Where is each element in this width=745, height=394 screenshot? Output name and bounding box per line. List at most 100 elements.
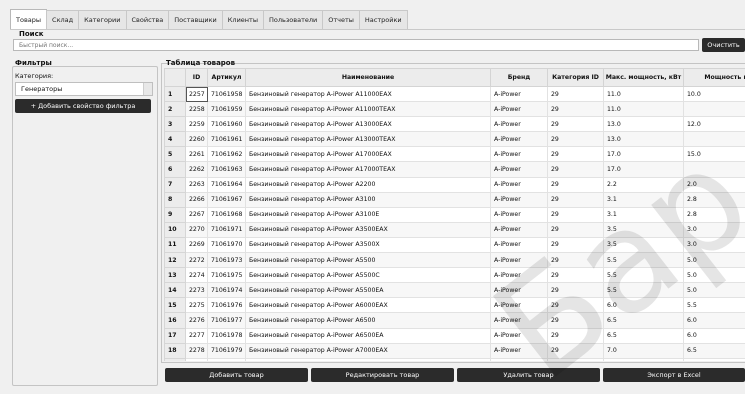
table-cell[interactable]: A-iPower xyxy=(490,297,548,314)
table-cell[interactable]: 3.5 xyxy=(603,221,684,238)
table-cell[interactable]: 71061974 xyxy=(207,282,246,299)
row-number[interactable]: 16 xyxy=(164,312,186,329)
table-cell[interactable]: Бензиновый генератор A-iPower A11000EAX xyxy=(245,85,491,103)
dropdown-arrow-icon[interactable] xyxy=(143,83,152,95)
table-cell[interactable]: 2262 xyxy=(185,161,208,178)
table-cell[interactable]: Бензиновый генератор A-iPower A6500 xyxy=(245,312,491,329)
table-cell[interactable]: 5.0 xyxy=(683,282,745,299)
table-cell[interactable]: A-iPower xyxy=(490,116,548,133)
table-cell[interactable]: A-iPower xyxy=(490,146,548,163)
table-cell[interactable]: 71061967 xyxy=(207,191,246,208)
table-cell[interactable]: 71061964 xyxy=(207,176,246,193)
table-cell[interactable]: Бензиновый генератор A-iPower A5500C xyxy=(245,267,491,284)
row-number[interactable]: 7 xyxy=(164,176,186,193)
row-number[interactable]: 17 xyxy=(164,327,186,344)
column-header[interactable]: Макс. мощность, кВт xyxy=(603,68,684,87)
table-cell[interactable]: 29 xyxy=(547,282,604,299)
table-cell[interactable]: 71061977 xyxy=(207,312,246,329)
tab-suppliers[interactable]: Поставщики xyxy=(168,10,223,29)
tab-warehouse[interactable]: Склад xyxy=(46,10,80,29)
table-cell[interactable]: 3.5 xyxy=(603,236,684,254)
table-cell[interactable]: 2277 xyxy=(185,327,208,344)
table-cell[interactable]: 71061960 xyxy=(207,116,246,133)
column-header[interactable]: Бренд xyxy=(490,68,548,87)
table-cell[interactable]: 29 xyxy=(547,327,604,344)
tab-reports[interactable]: Отчеты xyxy=(322,10,360,29)
table-cell[interactable]: 2263 xyxy=(185,176,208,193)
row-number[interactable]: 10 xyxy=(164,221,186,238)
table-row[interactable]: 17 2277 71061978 Бензиновый генератор A-iPo… xyxy=(164,327,745,344)
table-cell[interactable]: A-iPower xyxy=(490,161,548,178)
table-cell[interactable]: Бензиновый генератор A-iPower A7500 xyxy=(245,357,491,361)
table-cell[interactable]: 2269 xyxy=(185,236,208,254)
table-cell[interactable]: Бензиновый генератор A-iPower A6000EAX xyxy=(245,297,491,314)
table-cell[interactable]: 29 xyxy=(547,357,604,361)
table-cell[interactable]: 2266 xyxy=(185,191,208,208)
table-cell[interactable]: 71061968 xyxy=(207,206,246,223)
tab-settings[interactable]: Настройки xyxy=(358,10,408,29)
table-cell[interactable]: 15.0 xyxy=(683,146,745,163)
row-number[interactable]: 18 xyxy=(164,342,186,359)
table-cell[interactable]: 2267 xyxy=(185,206,208,223)
table-cell[interactable]: 2.2 xyxy=(603,176,684,193)
table-cell[interactable]: Бензиновый генератор A-iPower A3500X xyxy=(245,236,491,254)
table-cell[interactable]: Бензиновый генератор A-iPower A3100 xyxy=(245,191,491,208)
column-header[interactable]: Категория ID xyxy=(547,68,604,87)
row-number[interactable]: 6 xyxy=(164,161,186,178)
table-cell[interactable]: A-iPower xyxy=(490,252,548,269)
table-cell[interactable]: A-iPower xyxy=(490,221,548,238)
table-row[interactable]: 18 2278 71061979 Бензиновый генератор A-iPo… xyxy=(164,342,745,359)
table-cell[interactable]: 2257 xyxy=(185,85,208,103)
table-cell[interactable] xyxy=(683,161,745,178)
table-cell[interactable]: 2.8 xyxy=(683,206,745,223)
table-cell[interactable]: A-iPower xyxy=(490,342,548,359)
tab-properties[interactable]: Свойства xyxy=(125,10,170,29)
row-number[interactable]: 2 xyxy=(164,101,186,118)
table-cell[interactable]: 71061976 xyxy=(207,297,246,314)
table-cell[interactable]: Бензиновый генератор A-iPower A5500EA xyxy=(245,282,491,299)
table-row[interactable]: 19227971061980Бензиновый генератор A-iPo… xyxy=(164,357,745,361)
table-cell[interactable]: A-iPower xyxy=(490,282,548,299)
table-cell[interactable]: 6.0 xyxy=(683,312,745,329)
table-cell[interactable]: 71061979 xyxy=(207,342,246,359)
row-number[interactable]: 11 xyxy=(164,236,186,254)
table-cell[interactable]: 2270 xyxy=(185,221,208,238)
row-number[interactable]: 3 xyxy=(164,116,186,133)
table-row[interactable]: 14 2273 71061974 Бензиновый генератор A-iPo… xyxy=(164,282,745,299)
table-cell[interactable]: 29 xyxy=(547,206,604,223)
table-cell[interactable]: 5.0 xyxy=(683,267,745,284)
table-cell[interactable]: 3.0 xyxy=(683,221,745,238)
tab-users[interactable]: Пользователи xyxy=(262,10,324,29)
delete-product-button[interactable]: Удалить товар xyxy=(457,368,600,382)
table-row[interactable]: 9 2267 71061968 Бензиновый генератор A-iPow… xyxy=(164,206,745,223)
row-number[interactable]: 4 xyxy=(164,131,186,148)
table-cell[interactable]: 11.0 xyxy=(603,85,684,103)
table-cell[interactable]: 29 xyxy=(547,191,604,208)
table-cell[interactable]: 71061971 xyxy=(207,221,246,238)
table-row[interactable]: 11 2269 71061970 Бензиновый генератор A-iPo… xyxy=(164,236,745,254)
table-row[interactable]: 6 2262 71061963 Бензиновый генератор A-iPow… xyxy=(164,161,745,178)
table-cell[interactable]: 2273 xyxy=(185,282,208,299)
row-number[interactable]: 1 xyxy=(164,85,186,103)
row-number[interactable]: 15 xyxy=(164,297,186,314)
table-cell[interactable]: 71061962 xyxy=(207,146,246,163)
table-cell[interactable]: 2259 xyxy=(185,116,208,133)
row-number[interactable]: 9 xyxy=(164,206,186,223)
column-header[interactable] xyxy=(164,68,186,87)
table-cell[interactable]: A-iPower xyxy=(490,191,548,208)
table-cell[interactable]: Бензиновый генератор A-iPower A17000TEAX xyxy=(245,161,491,178)
table-cell[interactable]: 29 xyxy=(547,161,604,178)
table-cell[interactable]: 3.1 xyxy=(603,206,684,223)
table-cell[interactable]: 29 xyxy=(547,85,604,103)
table-cell[interactable]: A-iPower xyxy=(490,327,548,344)
table-cell[interactable]: A-iPower xyxy=(490,131,548,148)
table-cell[interactable]: 2274 xyxy=(185,267,208,284)
add-filter-property-button[interactable]: + Добавить свойство фильтра xyxy=(15,99,151,113)
table-cell[interactable]: 2275 xyxy=(185,297,208,314)
search-input[interactable] xyxy=(13,39,699,51)
table-cell[interactable]: A-iPower xyxy=(490,206,548,223)
table-cell[interactable]: 5.5 xyxy=(603,252,684,269)
table-cell[interactable]: 29 xyxy=(547,131,604,148)
table-row[interactable]: 8 2266 71061967 Бензиновый генератор A-iPow… xyxy=(164,191,745,208)
table-cell[interactable]: 7.5 xyxy=(603,357,684,361)
